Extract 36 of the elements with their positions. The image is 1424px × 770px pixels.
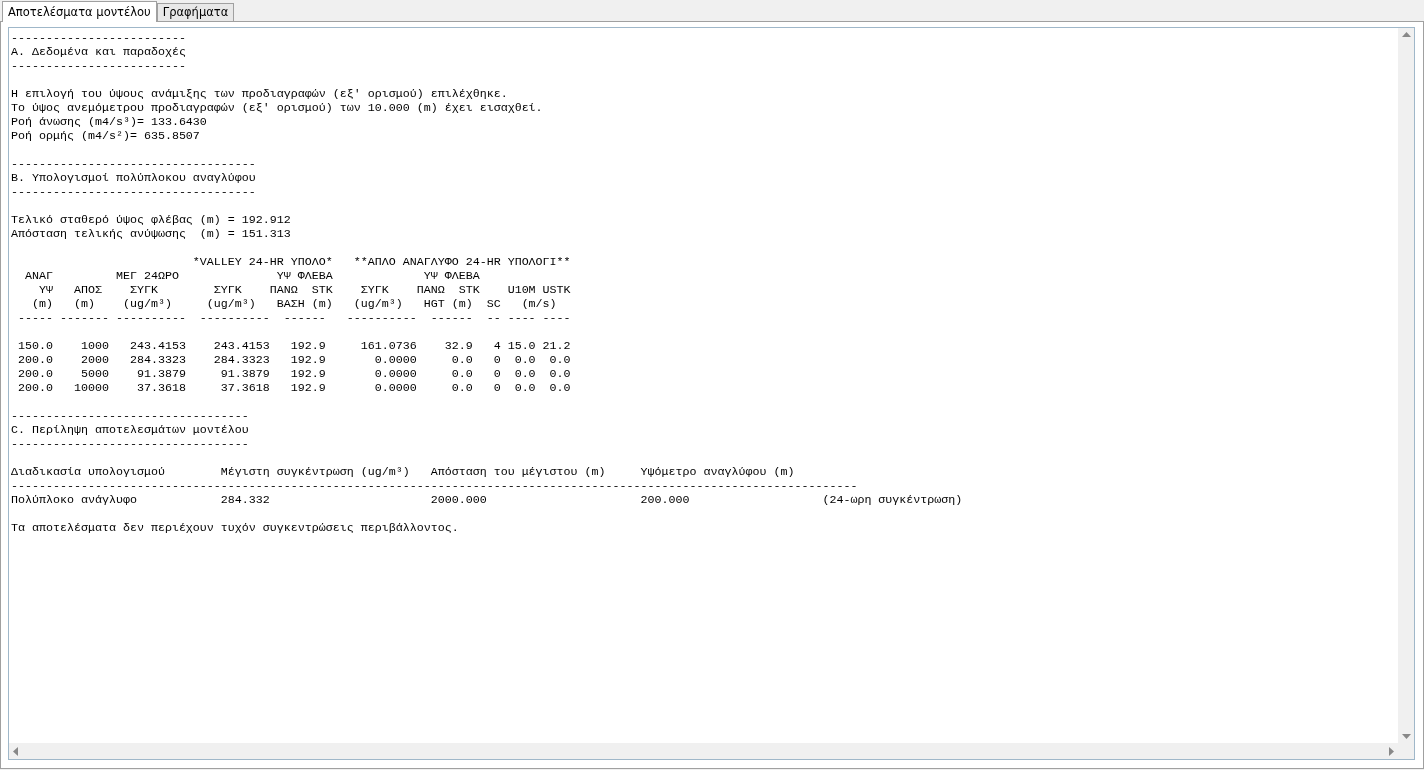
output-line: Ροή άνωσης (m4/s³)= 133.6430 [11,115,207,129]
output-line: 150.0 1000 243.4153 243.4153 192.9 161.0736 32.9 4 15.0 21.2 [17,339,571,353]
output-line: Το ύψος ανεμόμετρου προδιαγραφών (εξ' ορισμού) των 10.000 (m) έχει εισαχθεί. [11,101,543,115]
output-line: ΥΨ ΑΠΟΣ ΣΥΓΚ ΣΥΓΚ ΠΑΝΩ STK ΣΥΓΚ ΠΑΝΩ STK U10M USTK [37,283,571,297]
tab[interactable]: Γραφήματα [156,3,235,21]
scroll-up-icon[interactable] [1401,32,1411,37]
scroll-down-icon[interactable] [1401,734,1411,739]
output-line: 200.0 2000 284.3323 284.3323 192.9 0.0000 0.0 0 0.0 0.0 [17,353,571,367]
output-line: (m) (m) (ug/m³) (ug/m³) ΒΑΣΗ (m) (ug/m³) HGT (m) SC (m/s) [31,297,557,311]
output-line: Διαδικασία υπολογισμού Μέγιστη συγκέντρωση (ug/m³) Απόσταση του μέγιστου (m) Υψόμετρο αναγλύφου (m) [11,465,795,479]
output-line: Β. Υπολογισμοί πολύπλοκου αναγλύφου [11,171,256,185]
vertical-scrollbar[interactable] [1398,28,1414,743]
tab[interactable]: Αποτελέσματα μοντέλου [2,1,157,22]
output-line: 200.0 10000 37.3618 37.3618 192.9 0.0000 0.0 0 0.0 0.0 [17,381,571,395]
output-line: ------------------------- [11,59,186,73]
scroll-right-icon[interactable] [1389,746,1394,756]
output-line: ----- ------- ---------- ---------- ------ ---------- ------ -- ---- ---- [17,311,571,325]
output-line: ΑΝΑΓ ΜΕΓ 24ΩΡΟ ΥΨ ΦΛΕΒΑ ΥΨ ΦΛΕΒΑ [24,269,480,283]
output-line: ---------------------------------- [11,409,249,423]
output-line: Τελικό σταθερό ύψος φλέβας (m) = 192.912 [11,213,291,227]
output-line: ------------------------------------------------------------------------------------------------------------------------- [11,479,858,493]
output-line: Η επιλογή του ύψους ανάμιξης των προδιαγραφών (εξ' ορισμού) επιλέχθηκε. [11,87,508,101]
horizontal-scrollbar[interactable] [9,743,1398,759]
output-line: Ροή ορμής (m4/s²)= 635.8507 [11,129,200,143]
scroll-left-icon[interactable] [13,746,18,756]
output-line: ----------------------------------- [11,185,256,199]
output-line: Α. Δεδομένα και παραδοχές [11,45,186,59]
output-line: ------------------------- [11,31,186,45]
output-line: C. Περίληψη αποτελεσμάτων μοντέλου [11,423,249,437]
output-line: Πολύπλοκο ανάγλυφο 284.332 2000.000 200.000 (24-ωρη συγκέντρωση) [11,493,963,507]
output-line: *VALLEY 24-HR ΥΠΟΛΟ* **ΑΠΛΟ ΑΝΑΓΛΥΦΟ 24-HR ΥΠΟΛΟΓΙ** [191,255,571,269]
output-line: Τα αποτελέσματα δεν περιέχουν τυχόν συγκεντρώσεις περιβάλλοντος. [11,521,459,535]
output-line: ---------------------------------- [11,437,249,451]
output-line: Απόσταση τελικής ανύψωσης (m) = 151.313 [11,227,291,241]
output-line: ----------------------------------- [11,157,256,171]
output-line: 200.0 5000 91.3879 91.3879 192.9 0.0000 0.0 0 0.0 0.0 [17,367,571,381]
